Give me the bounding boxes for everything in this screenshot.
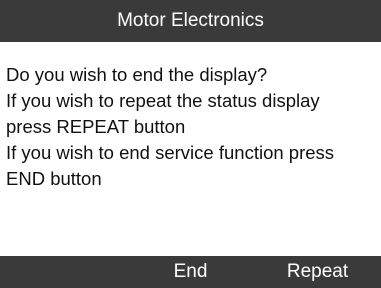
screen-title: Motor Electronics	[117, 10, 264, 31]
message-line: Do you wish to end the display?	[6, 64, 268, 85]
softkey-left	[0, 256, 127, 288]
message-line: press REPEAT button	[6, 116, 186, 137]
diagnostic-screen: Motor Electronics Do you wish to end the…	[0, 0, 381, 288]
repeat-button-label: Repeat	[286, 261, 349, 282]
message-line: If you wish to end service function pres…	[6, 142, 335, 163]
softkey-bar: End Repeat	[0, 256, 381, 288]
message-line: END button	[6, 168, 102, 189]
message-body: Do you wish to end the display? If you w…	[6, 62, 378, 192]
end-button-label: End	[173, 261, 208, 282]
title-bar: Motor Electronics	[0, 0, 381, 42]
message-line: If you wish to repeat the status display	[6, 90, 320, 111]
repeat-button[interactable]: Repeat	[254, 256, 381, 288]
end-button[interactable]: End	[127, 256, 254, 288]
